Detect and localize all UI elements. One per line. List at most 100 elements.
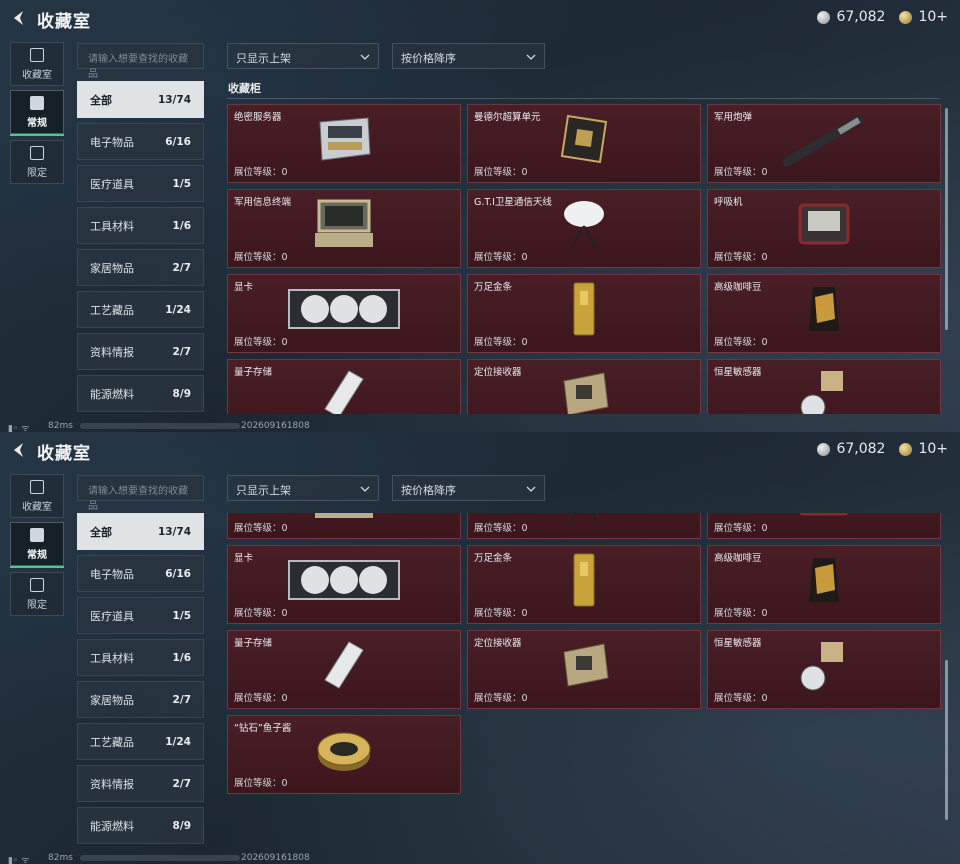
nav-limited[interactable]: 限定 — [10, 140, 64, 184]
nav-collection-room[interactable]: 收藏室 — [10, 42, 64, 86]
graphics-card-icon — [288, 288, 400, 329]
item-card[interactable]: G.T.I卫星通信天线 展位等级：0 — [467, 513, 701, 539]
search-input[interactable]: 请输入想要查找的收藏品 — [77, 475, 204, 512]
silver-amount: 67,082 — [836, 441, 886, 457]
category-count: 1/5 — [172, 609, 191, 622]
item-card[interactable]: 高级咖啡豆 展位等级：0 — [707, 545, 941, 624]
category-medical[interactable]: 医疗道具 1/5 — [77, 597, 204, 634]
item-card[interactable]: 定位接收器 展位等级：0 — [467, 630, 701, 709]
currency-display: 67,082 10+ — [817, 441, 948, 457]
item-level: 展位等级：0 — [474, 252, 528, 263]
category-count: 2/7 — [172, 777, 191, 790]
item-card[interactable]: 恒星敏感器 展位等级：0 — [707, 359, 941, 414]
category-intel[interactable]: 资料情报 2/7 — [77, 765, 204, 802]
category-label: 能源燃料 — [90, 819, 134, 833]
ventilator-icon — [799, 513, 849, 516]
item-level: 展位等级：0 — [234, 523, 288, 534]
category-electronics[interactable]: 电子物品 6/16 — [77, 555, 204, 592]
cabinet-label: 收藏柜 — [228, 82, 261, 95]
nav-active-indicator — [10, 134, 64, 136]
shelf-filter-dropdown[interactable]: 只显示上架 — [227, 475, 379, 501]
screen-top: 收藏室 67,082 10+ 收藏室 常规 限定 请输入想要查找的收藏品 只显示… — [0, 0, 960, 432]
item-card[interactable]: 量子存储 展位等级：0 — [227, 630, 461, 709]
category-tools[interactable]: 工具材料 1/6 — [77, 207, 204, 244]
gold-bar-icon — [573, 553, 595, 607]
category-label: 医疗道具 — [90, 177, 134, 191]
category-household[interactable]: 家居物品 2/7 — [77, 249, 204, 286]
item-level: 展位等级：0 — [234, 778, 288, 789]
item-card[interactable]: 军用信息终端 展位等级：0 — [227, 513, 461, 539]
serial-number: 202609161808 — [241, 853, 310, 863]
category-label: 电子物品 — [90, 135, 134, 149]
category-label: 资料情报 — [90, 345, 134, 359]
item-name: 显卡 — [234, 282, 254, 293]
item-card[interactable]: 军用炮弹 展位等级：0 — [707, 104, 941, 183]
item-card[interactable]: 定位接收器 展位等级：0 — [467, 359, 701, 414]
item-card[interactable]: 恒星敏感器 展位等级：0 — [707, 630, 941, 709]
item-card[interactable]: “钻石”鱼子酱 展位等级：0 — [227, 715, 461, 794]
item-name: 定位接收器 — [474, 367, 522, 378]
item-card[interactable]: 呼吸机 展位等级：0 — [707, 513, 941, 539]
item-card[interactable]: 呼吸机 展位等级：0 — [707, 189, 941, 268]
nav-active-indicator — [10, 566, 64, 568]
category-energy[interactable]: 能源燃料 8/9 — [77, 807, 204, 844]
sort-dropdown[interactable]: 按价格降序 — [392, 43, 545, 69]
category-count: 2/7 — [172, 693, 191, 706]
item-card[interactable]: 高级咖啡豆 展位等级：0 — [707, 274, 941, 353]
category-all[interactable]: 全部 13/74 — [77, 81, 204, 118]
nav-regular[interactable]: 常规 — [10, 522, 64, 566]
item-card[interactable]: 量子存储 展位等级：0 — [227, 359, 461, 414]
nav-limited[interactable]: 限定 — [10, 572, 64, 616]
back-arrow-icon[interactable] — [10, 9, 28, 27]
item-level: 展位等级：0 — [474, 693, 528, 704]
collection-room-icon — [30, 479, 44, 494]
category-electronics[interactable]: 电子物品 6/16 — [77, 123, 204, 160]
item-level: 展位等级：0 — [474, 167, 528, 178]
latency: 82ms — [48, 853, 73, 863]
scrollbar[interactable] — [945, 660, 948, 820]
regular-icon — [30, 95, 44, 110]
category-crafts[interactable]: 工艺藏品 1/24 — [77, 723, 204, 760]
nav-label: 常规 — [27, 117, 47, 129]
category-count: 1/5 — [172, 177, 191, 190]
nav-regular[interactable]: 常规 — [10, 90, 64, 134]
item-level: 展位等级：0 — [714, 167, 768, 178]
graphics-card-icon — [288, 559, 400, 600]
item-level: 展位等级：0 — [474, 523, 528, 534]
item-card[interactable]: 军用信息终端 展位等级：0 — [227, 189, 461, 268]
category-medical[interactable]: 医疗道具 1/5 — [77, 165, 204, 202]
item-level: 展位等级：0 — [714, 523, 768, 534]
category-energy[interactable]: 能源燃料 8/9 — [77, 375, 204, 412]
item-level: 展位等级：0 — [234, 337, 288, 348]
item-card[interactable]: 绝密服务器 展位等级：0 — [227, 104, 461, 183]
item-card[interactable]: 显卡 展位等级：0 — [227, 545, 461, 624]
item-level: 展位等级：0 — [474, 337, 528, 348]
sort-dropdown[interactable]: 按价格降序 — [392, 475, 545, 501]
serial-number: 202609161808 — [241, 421, 310, 431]
item-card[interactable]: 万足金条 展位等级：0 — [467, 545, 701, 624]
category-intel[interactable]: 资料情报 2/7 — [77, 333, 204, 370]
category-household[interactable]: 家居物品 2/7 — [77, 681, 204, 718]
shelf-filter-dropdown[interactable]: 只显示上架 — [227, 43, 379, 69]
item-card[interactable]: G.T.I卫星通信天线 展位等级：0 — [467, 189, 701, 268]
military-terminal-icon — [315, 513, 373, 518]
item-name: 高级咖啡豆 — [714, 553, 762, 564]
gold-coin-icon — [899, 10, 913, 24]
category-all[interactable]: 全部 13/74 — [77, 513, 204, 550]
category-list: 全部 13/74 电子物品 6/16 医疗道具 1/5 工具材料 1/6 家居物品 2/7… — [77, 81, 204, 417]
category-tools[interactable]: 工具材料 1/6 — [77, 639, 204, 676]
category-crafts[interactable]: 工艺藏品 1/24 — [77, 291, 204, 328]
item-name: 万足金条 — [474, 282, 513, 293]
scrollbar[interactable] — [945, 108, 948, 330]
back-arrow-icon[interactable] — [10, 441, 28, 459]
item-card[interactable]: 万足金条 展位等级：0 — [467, 274, 701, 353]
search-input[interactable]: 请输入想要查找的收藏品 — [77, 43, 204, 80]
category-count: 8/9 — [172, 387, 191, 400]
silver-coin-icon — [817, 10, 831, 24]
nav-collection-room[interactable]: 收藏室 — [10, 474, 64, 518]
item-card[interactable]: 显卡 展位等级：0 — [227, 274, 461, 353]
satellite-antenna-icon — [571, 513, 597, 520]
item-grid: 军用信息终端 展位等级：0 G.T.I卫星通信天线 展位等级：0 呼吸机 展位等… — [227, 513, 941, 794]
page-title: 收藏室 — [37, 12, 91, 32]
item-card[interactable]: 曼德尔超算单元 展位等级：0 — [467, 104, 701, 183]
